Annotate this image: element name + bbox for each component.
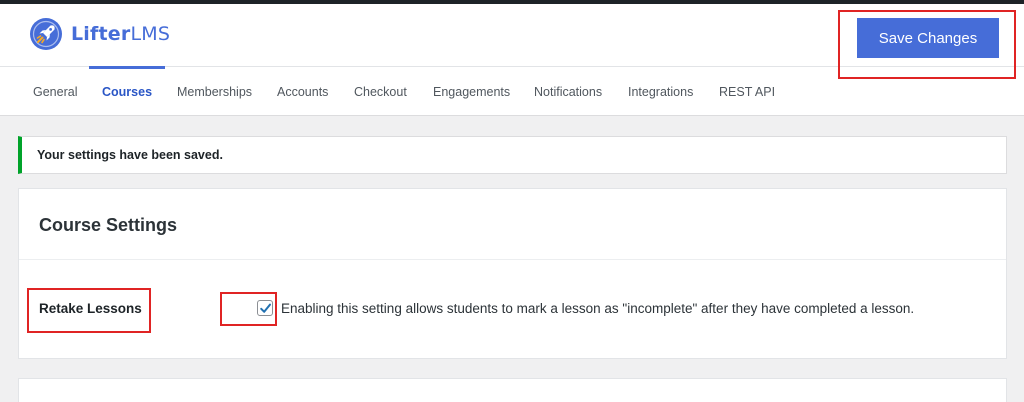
checkmark-icon xyxy=(260,303,271,313)
notice-text: Your settings have been saved. xyxy=(37,148,223,162)
save-changes-button[interactable]: Save Changes xyxy=(857,18,999,58)
lifterlms-logo[interactable]: LifterLMS xyxy=(28,16,170,52)
course-settings-card: Course Settings Retake Lessons Enabling … xyxy=(18,188,1007,359)
next-settings-card xyxy=(18,378,1007,402)
settings-tabs: General Courses Memberships Accounts Che… xyxy=(0,66,1024,116)
tab-notifications[interactable]: Notifications xyxy=(534,67,602,116)
course-settings-title: Course Settings xyxy=(39,215,178,235)
tab-engagements[interactable]: Engagements xyxy=(433,67,510,116)
retake-lessons-label: Retake Lessons xyxy=(39,301,142,316)
rocket-badge-icon xyxy=(30,18,62,50)
settings-header: LifterLMS Save Changes xyxy=(0,4,1024,66)
card-divider xyxy=(19,259,1006,260)
tab-rest-api[interactable]: REST API xyxy=(719,67,775,116)
settings-saved-notice: Your settings have been saved. xyxy=(18,136,1007,174)
tab-memberships[interactable]: Memberships xyxy=(177,67,252,116)
logo-text: LifterLMS xyxy=(71,23,171,45)
retake-lessons-description: Enabling this setting allows students to… xyxy=(281,301,915,316)
retake-lessons-checkbox[interactable] xyxy=(257,300,273,316)
tab-integrations[interactable]: Integrations xyxy=(628,67,693,116)
tab-checkout[interactable]: Checkout xyxy=(354,67,407,116)
tab-general[interactable]: General xyxy=(33,67,77,116)
tab-accounts[interactable]: Accounts xyxy=(277,67,328,116)
tab-courses[interactable]: Courses xyxy=(88,66,166,116)
